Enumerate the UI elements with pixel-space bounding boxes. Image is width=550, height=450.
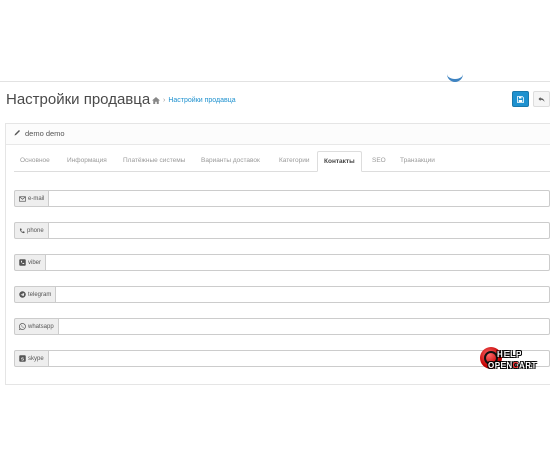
envelope-icon <box>19 195 26 202</box>
seller-panel: demo demo Основное Информация Платёжные … <box>5 123 550 385</box>
email-input[interactable] <box>49 190 550 207</box>
telegram-input[interactable] <box>56 286 550 303</box>
email-addon: e-mail <box>14 190 50 207</box>
phone-field-group: phone <box>14 222 550 239</box>
help-opencart-watermark: HELP OPENCART <box>480 347 546 377</box>
skype-field-group: S skype <box>14 350 550 367</box>
panel-title: demo demo <box>14 129 65 138</box>
whatsapp-icon <box>19 323 26 330</box>
skype-input[interactable] <box>48 350 550 367</box>
breadcrumb: › Настройки продавца <box>152 97 236 104</box>
page-title: Настройки продавца <box>6 91 151 108</box>
skype-label: skype <box>28 355 44 362</box>
telegram-icon <box>19 291 26 298</box>
telegram-field-group: telegram <box>14 286 550 303</box>
whatsapp-addon: whatsapp <box>14 318 59 335</box>
tab-seo[interactable]: SEO <box>366 151 392 171</box>
tab-payment-systems[interactable]: Платёжные системы <box>117 151 191 171</box>
skype-icon: S <box>19 355 26 362</box>
tab-transactions[interactable]: Транзакции <box>394 151 441 171</box>
tab-informatsiya[interactable]: Информация <box>61 151 113 171</box>
whatsapp-field-group: whatsapp <box>14 318 550 335</box>
telegram-label: telegram <box>28 291 52 298</box>
phone-input[interactable] <box>48 222 550 239</box>
panel-heading: demo demo <box>6 124 550 145</box>
phone-label: phone <box>27 227 44 234</box>
whatsapp-label: whatsapp <box>28 323 54 330</box>
reply-icon <box>538 90 545 108</box>
tab-contacts[interactable]: Контакты <box>317 151 362 172</box>
home-icon[interactable] <box>152 97 160 104</box>
save-button[interactable] <box>512 91 529 107</box>
pencil-icon <box>14 129 21 138</box>
tab-bar: Основное Информация Платёжные системы Ва… <box>14 151 550 172</box>
svg-text:S: S <box>21 356 24 361</box>
whatsapp-input[interactable] <box>58 318 550 335</box>
save-icon <box>517 90 524 108</box>
watermark-line1: HELP <box>497 350 523 359</box>
breadcrumb-link[interactable]: Настройки продавца <box>168 97 235 104</box>
back-button[interactable] <box>533 91 550 107</box>
viber-icon <box>19 259 26 266</box>
phone-icon <box>19 228 25 234</box>
panel-title-text: demo demo <box>25 129 65 138</box>
viber-label: viber <box>28 259 42 266</box>
viber-addon: viber <box>14 254 47 271</box>
logo-fragment <box>447 73 463 82</box>
breadcrumb-separator: › <box>163 97 166 104</box>
phone-addon: phone <box>14 222 49 239</box>
tab-categories[interactable]: Категории <box>273 151 316 171</box>
tab-osnovnoe[interactable]: Основное <box>14 151 56 171</box>
watermark-line2: OPENCART <box>488 361 537 370</box>
top-navbar <box>0 0 550 82</box>
telegram-addon: telegram <box>14 286 57 303</box>
tab-delivery-options[interactable]: Варианты доставок <box>195 151 266 171</box>
email-field-group: e-mail <box>14 190 550 207</box>
skype-addon: S skype <box>14 350 49 367</box>
viber-field-group: viber <box>14 254 550 271</box>
email-label: e-mail <box>28 195 45 202</box>
viber-input[interactable] <box>46 254 550 271</box>
